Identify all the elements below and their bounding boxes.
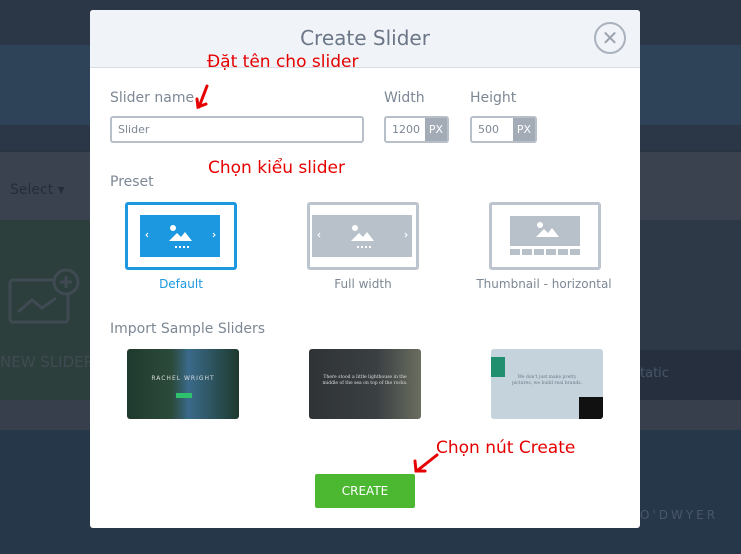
arrow-icon bbox=[195, 84, 209, 110]
arrow-icon bbox=[413, 453, 439, 473]
annotation-arrows bbox=[195, 84, 439, 473]
